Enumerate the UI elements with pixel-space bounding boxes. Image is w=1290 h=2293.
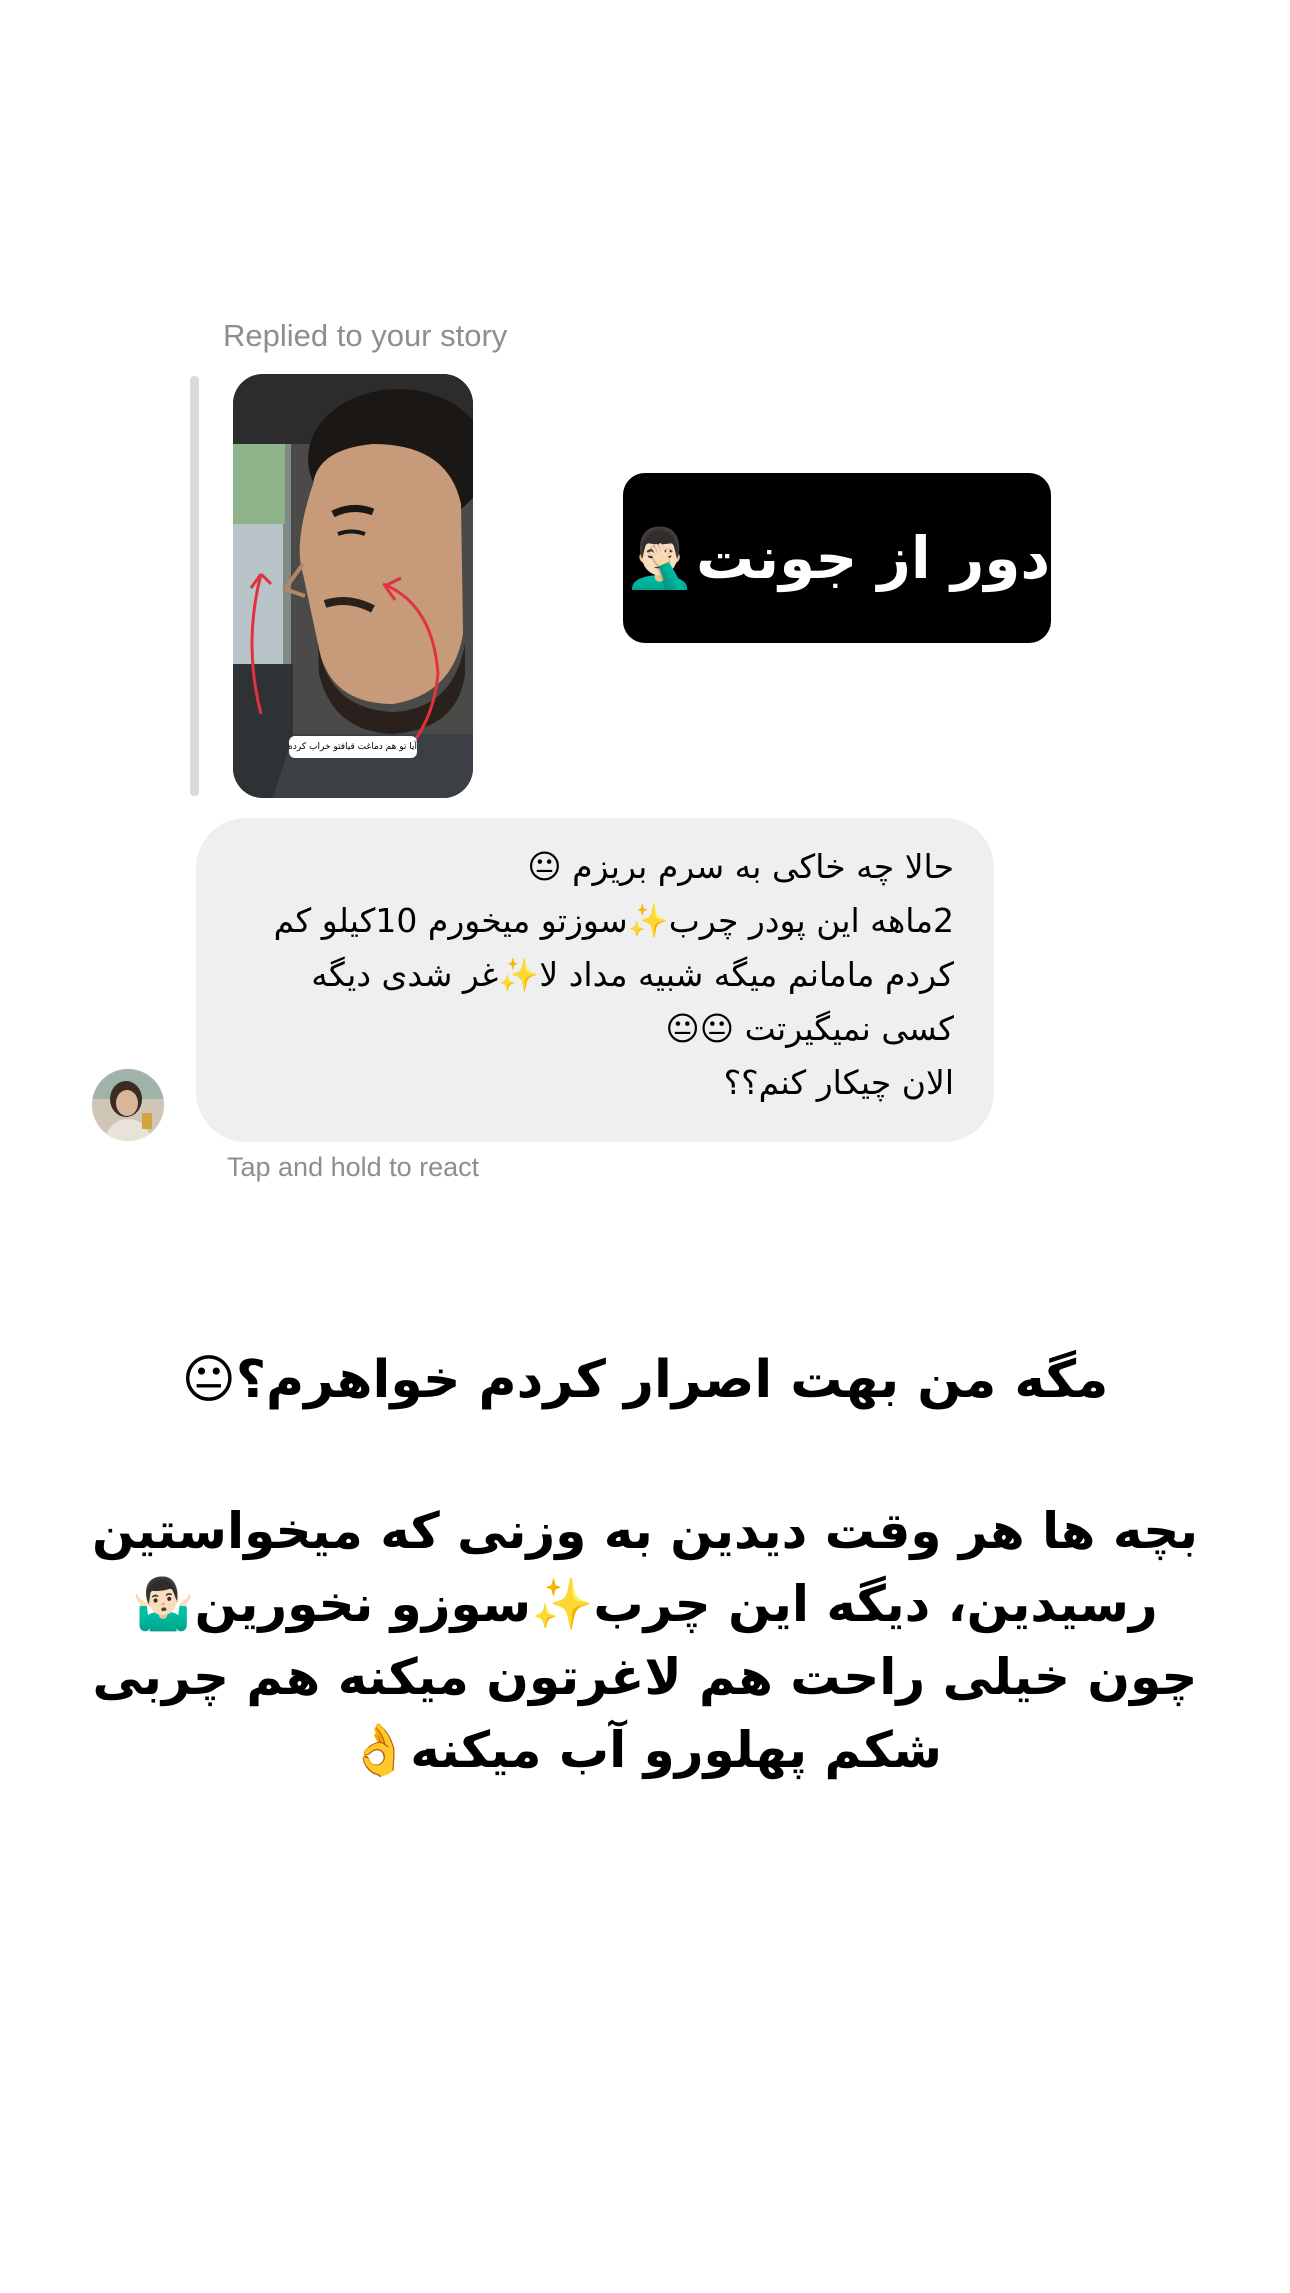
- message-line: 2ماهه این پودر چرب✨سوزتو میخورم 10کیلو ک…: [273, 901, 954, 940]
- story-photo: [233, 374, 473, 798]
- message-line: حالا چه خاکی به سرم بریزم 😐: [527, 847, 954, 886]
- caption-line: شکم پهلورو آب میکنه👌: [348, 1721, 942, 1779]
- story-sticker-text: آیا تو هم دماغت قیافتو خراب کرده؟😥: [289, 736, 417, 758]
- avatar[interactable]: [92, 1069, 164, 1141]
- reply-indicator-bar: [190, 376, 199, 796]
- caption-line: چون خیلی راحت هم لاغرتون میکنه هم چربی: [92, 1648, 1198, 1706]
- message-line: الان چیکار کنم؟؟: [723, 1063, 954, 1102]
- caption-question: مگه من بهت اصرار کردم خواهرم؟😐: [181, 1350, 1109, 1410]
- message-bubble[interactable]: حالا چه خاکی به سرم بریزم 😐 2ماهه این پو…: [196, 818, 994, 1142]
- react-hint: Tap and hold to react: [227, 1152, 480, 1182]
- avatar-image: [92, 1069, 164, 1141]
- reply-context-label: Replied to your story: [223, 318, 508, 353]
- story-text-sticker: دور از جونت🤦🏻‍♂️: [623, 473, 1051, 643]
- caption-line: بچه ها هر وقت دیدین به وزنی که میخواستین: [91, 1502, 1199, 1560]
- story-thumbnail[interactable]: آیا تو هم دماغت قیافتو خراب کرده؟😥: [233, 374, 473, 798]
- caption-line: رسیدین، دیگه این چرب✨سوزو نخورین🤷🏻‍♂️: [132, 1575, 1158, 1633]
- message-line: کردم مامانم میگه شبیه مداد لا✨غر شدی دیگ…: [311, 955, 954, 994]
- caption-body: بچه ها هر وقت دیدین به وزنی که میخواستین…: [60, 1495, 1230, 1787]
- message-line: کسی نمیگیرتت 😐😐: [665, 1009, 954, 1048]
